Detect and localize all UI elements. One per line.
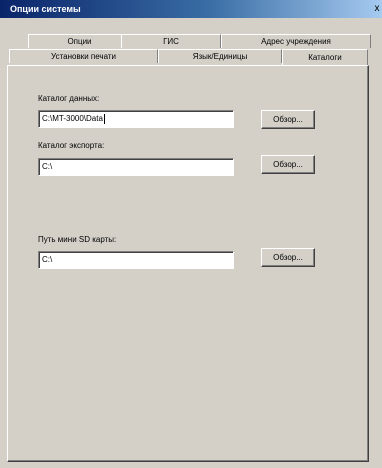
export-dir-browse-button[interactable]: Обзор... <box>261 155 315 174</box>
sd-card-path-label: Путь мини SD карты: <box>38 235 117 244</box>
export-dir-value: C:\ <box>42 162 53 171</box>
close-icon[interactable]: x <box>372 2 382 16</box>
title-bar: Опции системы x <box>0 0 382 18</box>
text-caret <box>103 113 105 124</box>
tab-catalogs[interactable]: Каталоги <box>282 49 368 65</box>
export-dir-label: Каталог экспорта: <box>38 141 105 150</box>
tab-options[interactable]: Опции <box>28 34 131 48</box>
data-dir-field[interactable]: C:\MT-3000\Data <box>38 110 234 128</box>
sd-card-path-field[interactable]: C:\ <box>38 251 234 269</box>
data-dir-browse-button[interactable]: Обзор... <box>261 110 315 129</box>
tab-print-settings[interactable]: Установки печати <box>9 49 158 63</box>
data-dir-value: C:\MT-3000\Data <box>42 114 103 123</box>
sd-card-path-value: C:\ <box>42 255 53 264</box>
tab-institution-address[interactable]: Адрес учреждения <box>221 34 371 48</box>
sd-card-path-browse-button[interactable]: Обзор... <box>261 248 315 267</box>
data-dir-label: Каталог данных: <box>38 94 100 103</box>
tab-gis[interactable]: ГИС <box>121 34 221 48</box>
tab-language-units[interactable]: Язык/Единицы <box>158 49 282 63</box>
catalogs-panel: Каталог данных: C:\MT-3000\Data Обзор...… <box>7 65 369 462</box>
window-title: Опции системы <box>10 4 81 14</box>
export-dir-field[interactable]: C:\ <box>38 158 234 176</box>
